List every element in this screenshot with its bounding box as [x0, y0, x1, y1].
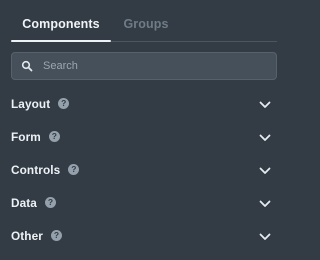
search-box	[11, 52, 277, 80]
question-icon[interactable]: ?	[50, 230, 62, 241]
section-label: Data	[11, 195, 37, 210]
tab-groups[interactable]: Groups	[111, 8, 181, 41]
section-label: Layout	[11, 96, 51, 111]
section-label: Controls	[11, 162, 61, 177]
section-data[interactable]: Data ?	[0, 186, 285, 219]
section-other[interactable]: Other ?	[0, 219, 285, 252]
question-icon[interactable]: ?	[68, 164, 80, 175]
chevron-down-icon[interactable]	[258, 230, 272, 244]
chevron-down-icon[interactable]	[258, 131, 272, 145]
section-label: Other	[11, 228, 43, 243]
search-icon	[15, 53, 39, 79]
chevron-down-icon[interactable]	[258, 164, 272, 178]
tab-label: Components	[22, 17, 100, 31]
tab-label: Groups	[123, 17, 169, 31]
chevron-down-icon[interactable]	[258, 98, 272, 112]
palette-tabs: Components Groups	[11, 8, 277, 42]
chevron-down-icon[interactable]	[258, 197, 272, 211]
section-label: Form	[11, 129, 41, 144]
section-controls[interactable]: Controls ?	[0, 153, 285, 186]
section-form[interactable]: Form ?	[0, 120, 285, 153]
question-icon[interactable]: ?	[44, 197, 56, 208]
section-list: Layout ? Form ? Controls ? Data ? Other …	[0, 87, 285, 252]
tab-components[interactable]: Components	[11, 8, 111, 42]
question-icon[interactable]: ?	[58, 98, 70, 109]
question-icon[interactable]: ?	[48, 131, 60, 142]
section-layout[interactable]: Layout ?	[0, 87, 285, 120]
component-palette-panel: Components Groups Layout ? Form ?	[0, 0, 285, 260]
search-input[interactable]	[39, 54, 276, 78]
